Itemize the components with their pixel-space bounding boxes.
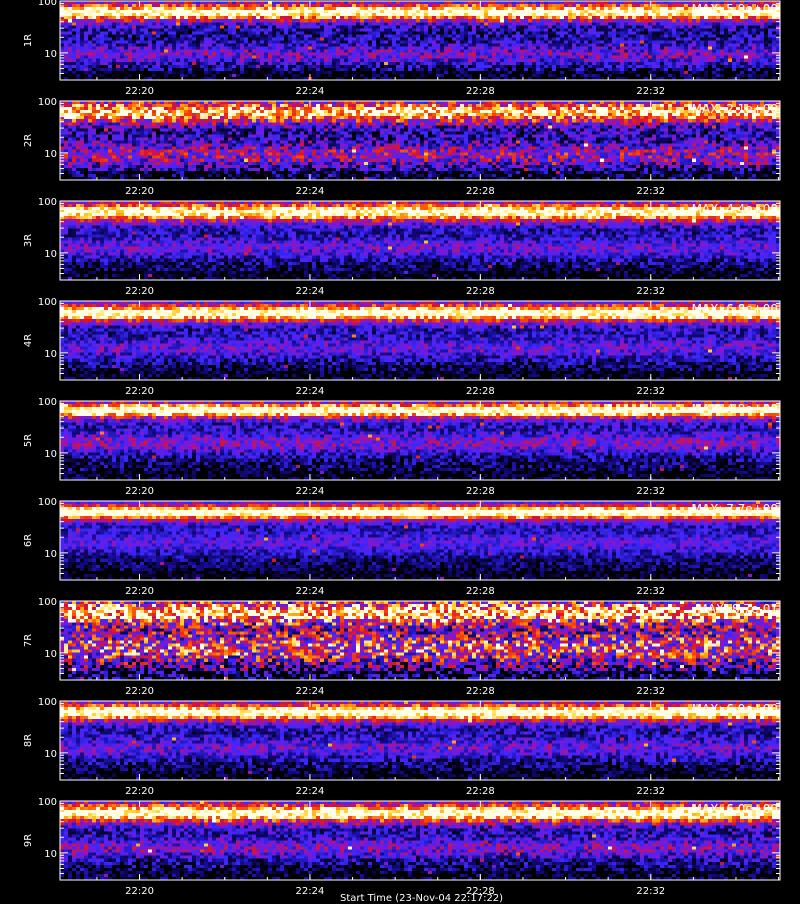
y-tick-label: 100 [38,97,57,108]
x-tick-label: 22:28 [466,286,495,297]
max-label: MAX: 4.8e+00 [692,402,778,416]
y-tick-label: 10 [44,149,57,160]
max-label: MAX: 6.8e+00 [692,302,778,316]
x-tick-label: 22:24 [296,786,325,797]
max-label: MAX: 2.1e+00 [692,102,778,116]
y-tick-label: 100 [38,797,57,808]
max-label: MAX: 6.0e+00 [692,702,778,716]
x-tick-label: 22:24 [296,86,325,97]
x-axis-title: Start Time (23-Nov-04 22:17:22) [340,893,504,904]
x-tick-label: 22:24 [296,386,325,397]
panel-6R: 10 100 22:20 22:24 22:28 22:32 6R MAX: 7.7e+00 [23,497,781,597]
panel-1R: 10 100 22:20 22:24 22:28 22:32 1R MAX: 5.0e+00 [23,0,781,97]
x-tick-label: 22:28 [466,586,495,597]
y-axis-label: 8R [23,734,34,747]
y-tick-label: 10 [44,449,57,460]
panel-8R: 10 100 22:20 22:24 22:28 22:32 8R MAX: 6.0e+00 [23,697,781,797]
x-tick-label: 22:24 [296,186,325,197]
x-tick-label: 22:20 [125,786,154,797]
x-tick-label: 22:20 [125,86,154,97]
y-tick-label: 100 [38,697,57,708]
heatmap-image [60,101,780,180]
y-axis-label: 2R [23,134,34,147]
y-tick-label: 100 [38,0,57,8]
x-tick-label: 22:20 [125,486,154,497]
y-tick-label: 10 [44,249,57,260]
panel-7R: 10 100 22:20 22:24 22:28 22:32 7R MAX: 8.7e-01 [23,597,781,697]
x-tick-label: 22:32 [636,686,665,697]
max-label: MAX: 6.0e+00 [692,802,778,816]
y-axis-label: 1R [23,34,34,47]
max-label: MAX: 5.0e+00 [692,2,778,16]
y-tick-label: 10 [44,849,57,860]
panel-9R: 1010022:20 22:24 22:28 22:329RMAX: 6.0e+00 [23,797,781,897]
x-tick-label: 22:20 [125,686,154,697]
x-tick-label: 22:24 [296,686,325,697]
y-axis-label: 6R [23,534,34,547]
max-label: MAX: 8.7e-01 [697,602,778,616]
x-tick-label: 22:28 [466,686,495,697]
y-axis-label: 4R [23,334,34,347]
y-tick-label: 10 [44,349,57,360]
y-tick-label: 100 [38,197,57,208]
panel-5R: 10 100 22:20 22:24 22:28 22:32 5R MAX: 4.8e+00 [23,397,781,497]
heatmap-image [60,501,780,580]
x-tick-label: 22:32 [636,786,665,797]
panel-3R: 10 100 22:20 22:24 22:28 22:32 3R MAX: 4.4e+00 [23,197,781,297]
y-tick-label: 100 [38,297,57,308]
y-tick-label: 10 [44,749,57,760]
x-tick-label: 22:32 [636,186,665,197]
x-tick-label: 22:32 [636,886,665,897]
x-tick-label: 22:28 [466,486,495,497]
y-tick-label: 100 [38,597,57,608]
x-tick-label: 22:20 [125,286,154,297]
y-axis-label: 5R [23,434,34,447]
y-tick-label: 100 [38,497,57,508]
heatmap-image [60,201,780,280]
x-tick-label: 22:28 [466,386,495,397]
heatmap-image [60,1,780,80]
heatmap-image [60,801,780,880]
panel-4R: 10 100 22:20 22:24 22:28 22:32 4R MAX: 6.8e+00 [23,297,781,397]
heatmap-image [60,701,780,780]
heatmap-image [60,301,780,380]
y-tick-label: 10 [44,49,57,60]
y-axis-label: 3R [23,234,34,247]
heatmap-image [60,401,780,480]
x-tick-label: 22:28 [466,786,495,797]
panel-2R: 10 100 22:20 22:24 22:28 22:32 2R MAX: 2.1e+00 [23,97,781,197]
y-tick-label: 10 [44,649,57,660]
x-tick-label: 22:24 [296,486,325,497]
x-tick-label: 22:28 [466,86,495,97]
y-tick-label: 100 [38,397,57,408]
heatmap-image [60,601,780,680]
x-tick-label: 22:32 [636,286,665,297]
max-label: MAX: 4.4e+00 [692,202,778,216]
x-tick-label: 22:20 [125,186,154,197]
y-axis-label: 9R [23,834,34,847]
x-tick-label: 22:24 [296,286,325,297]
x-tick-label: 22:20 [125,586,154,597]
x-tick-label: 22:24 [296,886,325,897]
x-tick-label: 22:28 [466,186,495,197]
x-tick-label: 22:20 [125,386,154,397]
x-tick-label: 22:32 [636,386,665,397]
spectrogram-figure: 1010022:20 22:24 22:28 22:321RMAX: 5.0e+001… [23,0,781,897]
x-tick-label: 22:24 [296,586,325,597]
x-tick-label: 22:20 [125,886,154,897]
x-tick-label: 22:32 [636,486,665,497]
x-tick-label: 22:32 [636,586,665,597]
max-label: MAX: 7.7e+00 [692,502,778,516]
y-tick-label: 10 [44,549,57,560]
y-axis-label: 7R [23,634,34,647]
x-tick-label: 22:32 [636,86,665,97]
